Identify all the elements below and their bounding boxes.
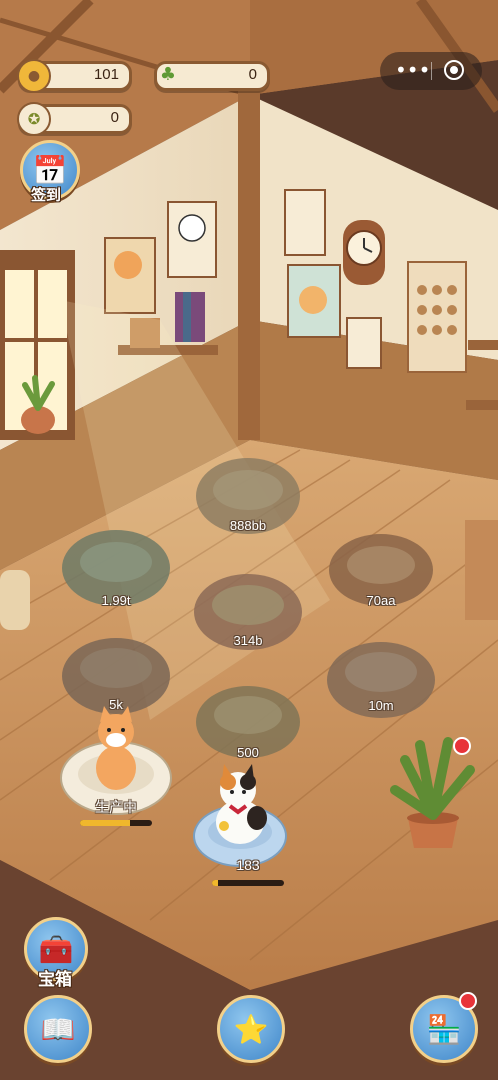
bed-label: 1.99t bbox=[101, 593, 131, 608]
medal-value: 0 bbox=[110, 109, 119, 126]
bed-label: 500 bbox=[237, 745, 259, 760]
cat-status-label: 183 bbox=[236, 857, 260, 873]
potted-plant bbox=[390, 737, 475, 848]
bed-label: 5k bbox=[109, 697, 123, 712]
shop-notification-badge bbox=[459, 992, 477, 1010]
cat-status-label: 生产中 bbox=[95, 799, 137, 815]
upgrade-button[interactable]: ⭐ bbox=[217, 995, 285, 1063]
chest-label: 宝箱 bbox=[38, 970, 72, 990]
bed-label: 314b bbox=[233, 633, 263, 648]
coin-value: 101 bbox=[93, 66, 119, 83]
coin-icon: ● bbox=[17, 59, 51, 93]
progress-fill bbox=[212, 880, 218, 886]
grass-counter: ♣ 0 bbox=[154, 61, 270, 91]
miniprogram-capsule: ••• bbox=[380, 52, 482, 90]
book-icon: 📖 bbox=[40, 1012, 76, 1046]
close-circle-icon[interactable] bbox=[444, 60, 464, 80]
calico-cat[interactable] bbox=[216, 764, 267, 844]
medal-counter: ✪ 0 bbox=[17, 102, 132, 136]
bed-label: 888bb bbox=[229, 518, 267, 533]
progress-fill bbox=[80, 820, 131, 826]
bed-label: 10m bbox=[368, 698, 394, 713]
grass-value: 0 bbox=[248, 66, 257, 83]
game-scene: 888bb 1.99t 314b 70aa 5k 500 10m 生产中 183… bbox=[0, 0, 498, 1080]
grass-icon: ♣ bbox=[159, 63, 177, 85]
coin-counter: ● 101 bbox=[17, 59, 132, 93]
more-menu-icon[interactable]: ••• bbox=[395, 58, 430, 82]
cat-bed-blue[interactable] bbox=[193, 764, 287, 867]
medal-icon: ✪ bbox=[17, 102, 51, 136]
production-progress-bar bbox=[80, 820, 152, 826]
checkin-label: 签到 bbox=[31, 186, 62, 204]
catalog-book-button[interactable]: 📖 bbox=[24, 995, 92, 1063]
bed-label: 70aa bbox=[366, 593, 396, 608]
upgrade-hammer-icon: ⭐ bbox=[233, 1012, 269, 1046]
production-progress-bar bbox=[212, 880, 284, 886]
plant-notification-badge bbox=[453, 737, 471, 755]
